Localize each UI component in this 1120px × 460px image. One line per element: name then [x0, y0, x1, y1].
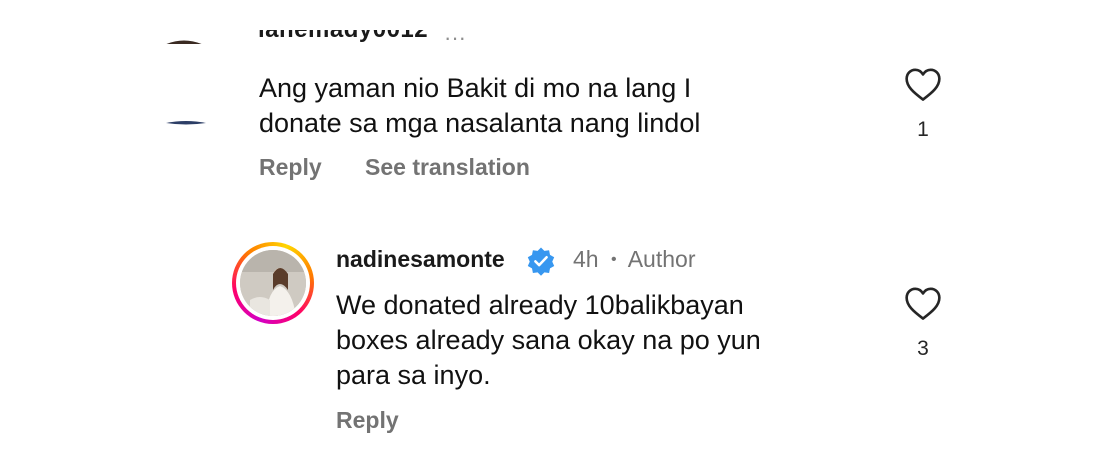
like-count: 3 [917, 337, 929, 360]
see-translation-link[interactable]: See translation [365, 154, 530, 181]
author-label: Author [627, 246, 696, 272]
avatar[interactable] [232, 242, 314, 324]
separator-dot: • [610, 251, 617, 268]
comment-meta: 4h • Author [573, 246, 695, 273]
comment-username[interactable]: nadinesamonte [336, 246, 505, 273]
heart-icon[interactable] [903, 285, 943, 321]
timestamp: 4h [573, 246, 599, 272]
verified-badge-icon [526, 246, 556, 276]
comment-text: Ang yaman nio Bakit di mo na lang I dona… [259, 73, 701, 138]
avatar-partial-2 [166, 114, 206, 125]
reply-button[interactable]: Reply [259, 154, 322, 181]
like-count: 1 [917, 118, 929, 141]
more-options-icon[interactable]: ··· [444, 31, 466, 47]
reply-button[interactable]: Reply [336, 407, 399, 434]
comment-username[interactable]: lanemady0012 [258, 30, 428, 54]
heart-icon[interactable] [903, 66, 943, 102]
avatar-photo [240, 250, 306, 316]
avatar-partial-1[interactable] [160, 34, 208, 44]
comment-text: We donated already 10balikbayan boxes al… [336, 290, 761, 390]
